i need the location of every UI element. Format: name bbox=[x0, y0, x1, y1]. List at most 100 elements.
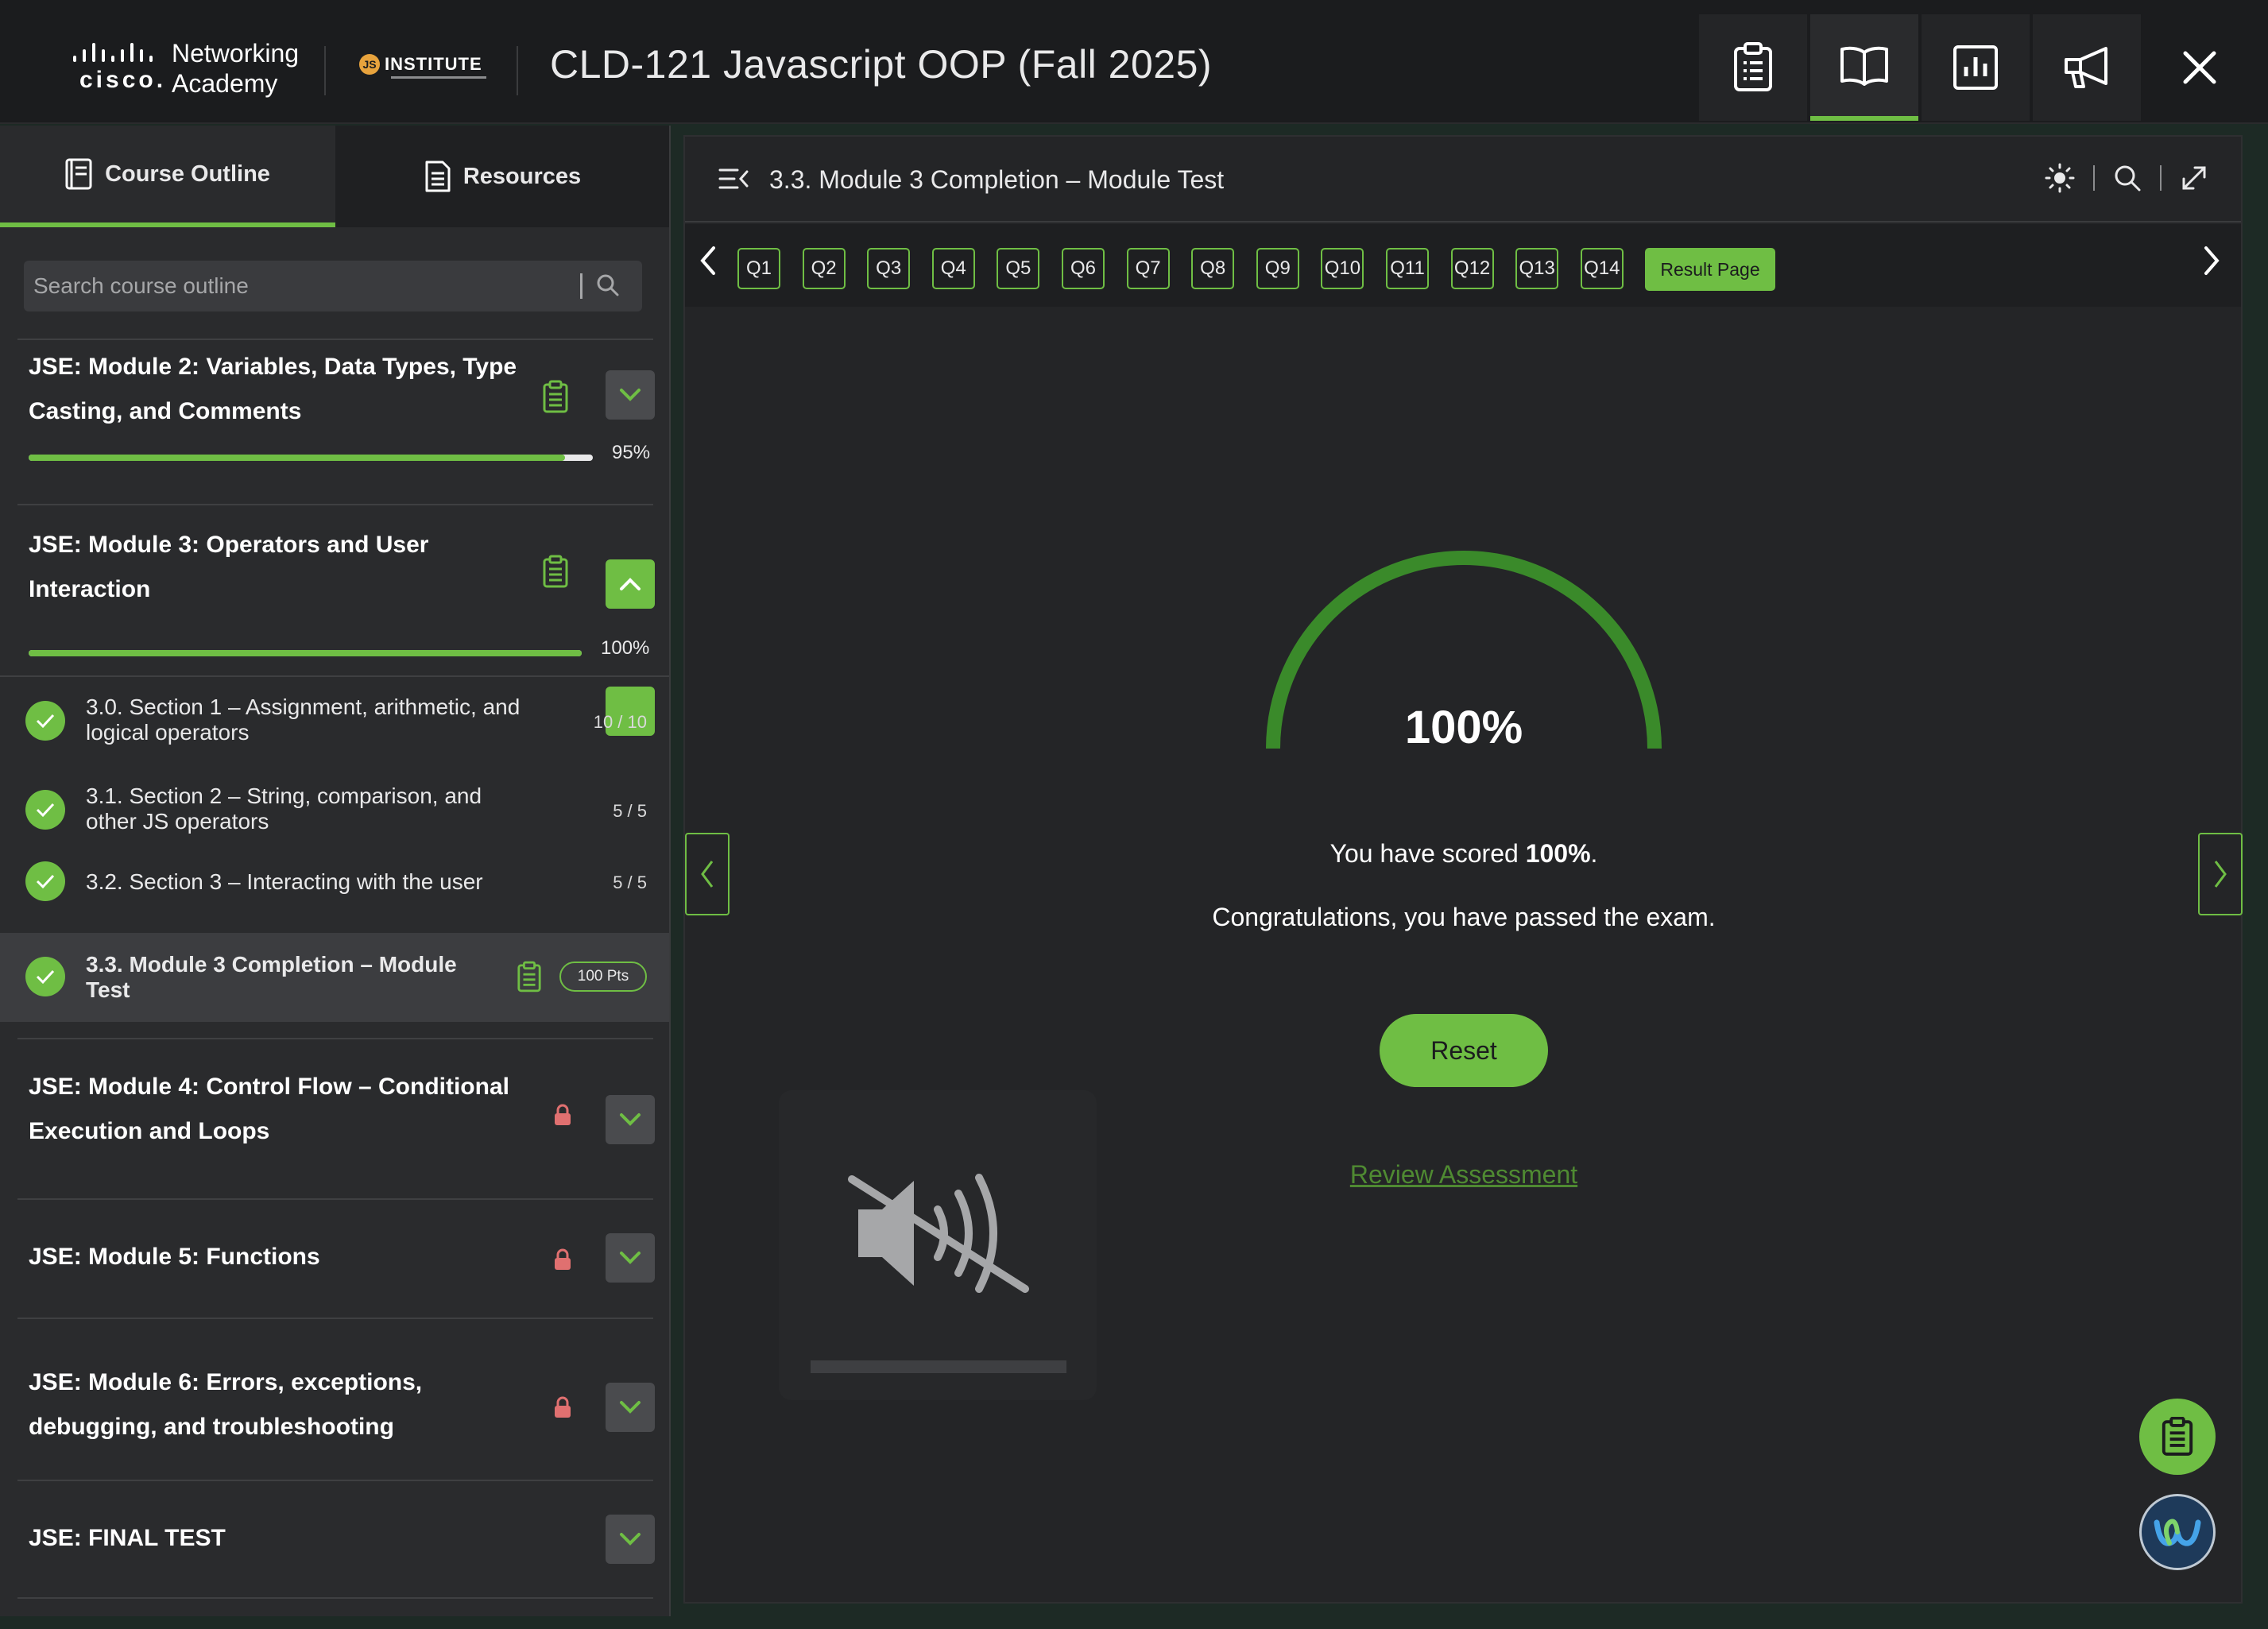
module-title[interactable]: JSE: Module 5: Functions bbox=[29, 1235, 537, 1279]
audio-player[interactable] bbox=[779, 1090, 1097, 1400]
document-icon bbox=[425, 161, 451, 192]
item-label[interactable]: 3.1. Section 2 – String, comparison, and… bbox=[86, 784, 531, 834]
question-button-q13[interactable]: Q13 bbox=[1515, 248, 1559, 289]
clipboard-button[interactable] bbox=[1699, 14, 1807, 121]
list-item-module-3-test[interactable]: 3.3. Module 3 Completion – Module Test 1… bbox=[0, 933, 669, 1022]
chevron-down-icon bbox=[620, 1252, 641, 1264]
module-title[interactable]: JSE: FINAL TEST bbox=[29, 1516, 537, 1561]
cisco-networking-academy-logo: cisco. Networking Academy bbox=[70, 38, 308, 98]
completed-check-icon bbox=[25, 861, 65, 901]
clipboard-icon bbox=[543, 380, 568, 413]
item-score: 5 / 5 bbox=[613, 801, 647, 821]
module-title[interactable]: JSE: Module 2: Variables, Data Types, Ty… bbox=[29, 345, 537, 434]
cisco-wordmark: cisco. bbox=[79, 67, 167, 93]
search-field[interactable]: Search course outline bbox=[24, 261, 642, 311]
assessments-fab-button[interactable] bbox=[2139, 1399, 2216, 1475]
expand-module-button[interactable] bbox=[606, 370, 655, 420]
list-item-section-3-0[interactable]: 3.0. Section 1 – Assignment, arithmetic,… bbox=[0, 677, 669, 764]
module-progress-percent: 95% bbox=[612, 442, 651, 463]
next-page-button[interactable] bbox=[2198, 833, 2243, 915]
module-title[interactable]: JSE: Module 3: Operators and User Intera… bbox=[29, 523, 537, 612]
chevron-down-icon bbox=[620, 1533, 641, 1546]
question-button-q9[interactable]: Q9 bbox=[1256, 248, 1299, 289]
expand-module-button[interactable] bbox=[606, 1095, 655, 1144]
item-score: 5 / 5 bbox=[613, 873, 647, 892]
module-4[interactable]: JSE: Module 4: Control Flow – Conditiona… bbox=[17, 1038, 655, 1195]
search-divider bbox=[580, 273, 582, 299]
score-percent: 100% bbox=[1404, 702, 1523, 753]
reset-button[interactable]: Reset bbox=[1380, 1014, 1548, 1087]
item-label[interactable]: 3.2. Section 3 – Interacting with the us… bbox=[86, 869, 531, 895]
clipboard-icon bbox=[543, 555, 568, 588]
module-5[interactable]: JSE: Module 5: Functions bbox=[17, 1198, 655, 1316]
search-icon[interactable] bbox=[2112, 163, 2142, 193]
module-title[interactable]: JSE: Module 6: Errors, exceptions, debug… bbox=[29, 1360, 537, 1449]
completed-check-icon bbox=[25, 790, 65, 830]
lock-icon bbox=[555, 1248, 571, 1270]
content-header: 3.3. Module 3 Completion – Module Test bbox=[685, 137, 2241, 222]
collapse-module-button[interactable] bbox=[606, 559, 655, 609]
tab-resources[interactable]: Resources bbox=[335, 126, 669, 227]
close-button[interactable] bbox=[2146, 14, 2254, 121]
question-button-q11[interactable]: Q11 bbox=[1386, 248, 1429, 289]
module-progress-fill bbox=[29, 650, 582, 656]
tab-label: Course Outline bbox=[105, 161, 270, 187]
announcements-button[interactable] bbox=[2033, 14, 2141, 121]
question-button-q14[interactable]: Q14 bbox=[1580, 248, 1624, 289]
volume-muted-icon[interactable] bbox=[842, 1162, 1033, 1305]
clipboard-list-icon bbox=[1734, 42, 1772, 91]
search-icon[interactable] bbox=[596, 273, 620, 297]
course-title: CLD-121 Javascript OOP (Fall 2025) bbox=[550, 42, 1213, 87]
tab-course-outline[interactable]: Course Outline bbox=[0, 126, 335, 227]
webex-icon bbox=[2154, 1519, 2201, 1546]
clipboard-list-icon bbox=[2162, 1417, 2193, 1456]
question-button-q3[interactable]: Q3 bbox=[867, 248, 911, 289]
search-input[interactable]: Search course outline bbox=[33, 273, 249, 299]
expand-icon[interactable] bbox=[2179, 163, 2209, 193]
question-button-q1[interactable]: Q1 bbox=[737, 248, 780, 289]
previous-page-button[interactable] bbox=[685, 833, 730, 915]
expand-module-button[interactable] bbox=[606, 1383, 655, 1432]
brightness-icon[interactable] bbox=[2044, 162, 2076, 194]
completed-check-icon bbox=[25, 701, 65, 741]
question-navigation: Q1 Q2 Q3 Q4 Q5 Q6 Q7 Q8 Q9 Q10 Q11 Q12 Q13 Q14 Result… bbox=[685, 224, 2241, 307]
item-label[interactable]: 3.3. Module 3 Completion – Module Test bbox=[86, 952, 499, 1003]
progress-button[interactable] bbox=[1922, 14, 2030, 121]
collapse-sidebar-icon[interactable] bbox=[718, 167, 750, 191]
question-button-q10[interactable]: Q10 bbox=[1321, 248, 1364, 289]
question-button-q7[interactable]: Q7 bbox=[1126, 248, 1170, 289]
final-test-module[interactable]: JSE: FINAL TEST bbox=[17, 1480, 655, 1599]
question-button-q4[interactable]: Q4 bbox=[931, 248, 975, 289]
question-button-q6[interactable]: Q6 bbox=[1062, 248, 1105, 289]
js-institute-tagline bbox=[391, 76, 486, 79]
question-button-q8[interactable]: Q8 bbox=[1191, 248, 1235, 289]
result-page-button[interactable]: Result Page bbox=[1645, 248, 1775, 291]
module-title[interactable]: JSE: Module 4: Control Flow – Conditiona… bbox=[29, 1065, 537, 1154]
score-message: You have scored 100%. bbox=[1329, 839, 1598, 868]
chevron-down-icon bbox=[620, 1401, 641, 1414]
list-item-section-3-2[interactable]: 3.2. Section 3 – Interacting with the us… bbox=[0, 849, 669, 922]
expand-module-button[interactable] bbox=[606, 1233, 655, 1283]
points-badge: 100 Pts bbox=[559, 962, 647, 992]
top-header: cisco. Networking Academy JS INSTITUTE C… bbox=[0, 0, 2268, 124]
webex-assistant-button[interactable] bbox=[2139, 1494, 2216, 1570]
question-button-q12[interactable]: Q12 bbox=[1450, 248, 1494, 289]
list-item-section-3-1[interactable]: 3.1. Section 2 – String, comparison, and… bbox=[0, 766, 669, 853]
js-institute-logo: JS INSTITUTE bbox=[359, 54, 482, 75]
module-3[interactable]: JSE: Module 3: Operators and User Intera… bbox=[17, 504, 655, 736]
chevron-right-icon[interactable] bbox=[2201, 243, 2223, 278]
outline-icon bbox=[65, 158, 92, 190]
tool-divider bbox=[2093, 165, 2095, 191]
chevron-left-icon[interactable] bbox=[696, 243, 718, 278]
module-6[interactable]: JSE: Module 6: Errors, exceptions, debug… bbox=[17, 1318, 655, 1475]
question-button-q2[interactable]: Q2 bbox=[802, 248, 846, 289]
item-label[interactable]: 3.0. Section 1 – Assignment, arithmetic,… bbox=[86, 695, 531, 745]
audio-progress-bar[interactable] bbox=[811, 1360, 1066, 1373]
review-assessment-link[interactable]: Review Assessment bbox=[1265, 1160, 1662, 1190]
module-progress-bar bbox=[29, 455, 593, 461]
question-button-q5[interactable]: Q5 bbox=[997, 248, 1040, 289]
clipboard-icon bbox=[517, 961, 541, 992]
expand-module-button[interactable] bbox=[606, 1515, 655, 1564]
book-button[interactable] bbox=[1810, 14, 1918, 121]
pass-message: Congratulations, you have passed the exa… bbox=[1212, 903, 1716, 931]
